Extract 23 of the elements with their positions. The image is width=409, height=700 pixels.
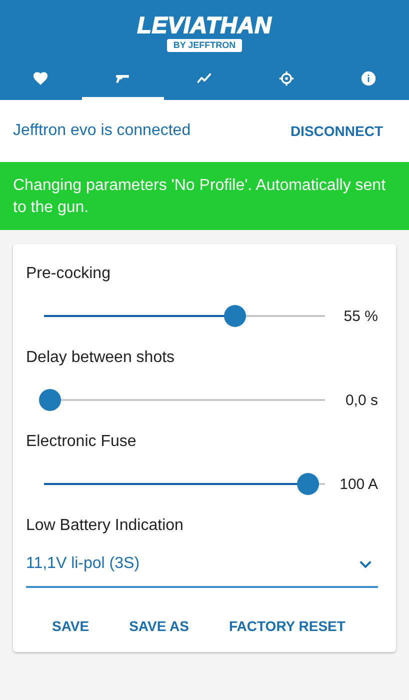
heart-icon	[32, 70, 50, 87]
info-icon	[360, 70, 377, 87]
slider-reading: 55 %	[344, 308, 378, 324]
slider-thumb[interactable]	[297, 473, 320, 495]
action-button[interactable]: FACTORY RESET	[229, 618, 346, 634]
logo-tagline: BY JEFFTRON	[167, 39, 242, 52]
battery-dropdown[interactable]: 11,1V li-pol (3S)	[26, 542, 378, 588]
slider-thumb[interactable]	[224, 305, 246, 327]
slider-thumb[interactable]	[38, 389, 61, 411]
action-button[interactable]: SAVE AS	[129, 618, 189, 634]
connection-status: Jefftron evo is connected	[13, 122, 191, 140]
crosshair-icon	[278, 70, 295, 87]
logo-wordmark: LEVIATHAN	[137, 12, 272, 38]
setting-label: Low Battery Indication	[26, 516, 184, 536]
slider-reading: 0,0 s	[345, 392, 378, 408]
setting-label: Pre-cocking	[26, 264, 112, 284]
setting-label: Delay between shots	[26, 348, 176, 368]
disconnect-button[interactable]: DISCONNECT	[290, 123, 383, 139]
setting-label: Electronic Fuse	[26, 432, 138, 452]
banner-message: Changing parameters 'No Profile'. Automatically sent to the gun.	[13, 177, 386, 216]
slider-reading: 100 A	[340, 476, 378, 492]
action-button[interactable]: SAVE	[52, 618, 90, 634]
chevron-down-icon	[359, 560, 372, 568]
